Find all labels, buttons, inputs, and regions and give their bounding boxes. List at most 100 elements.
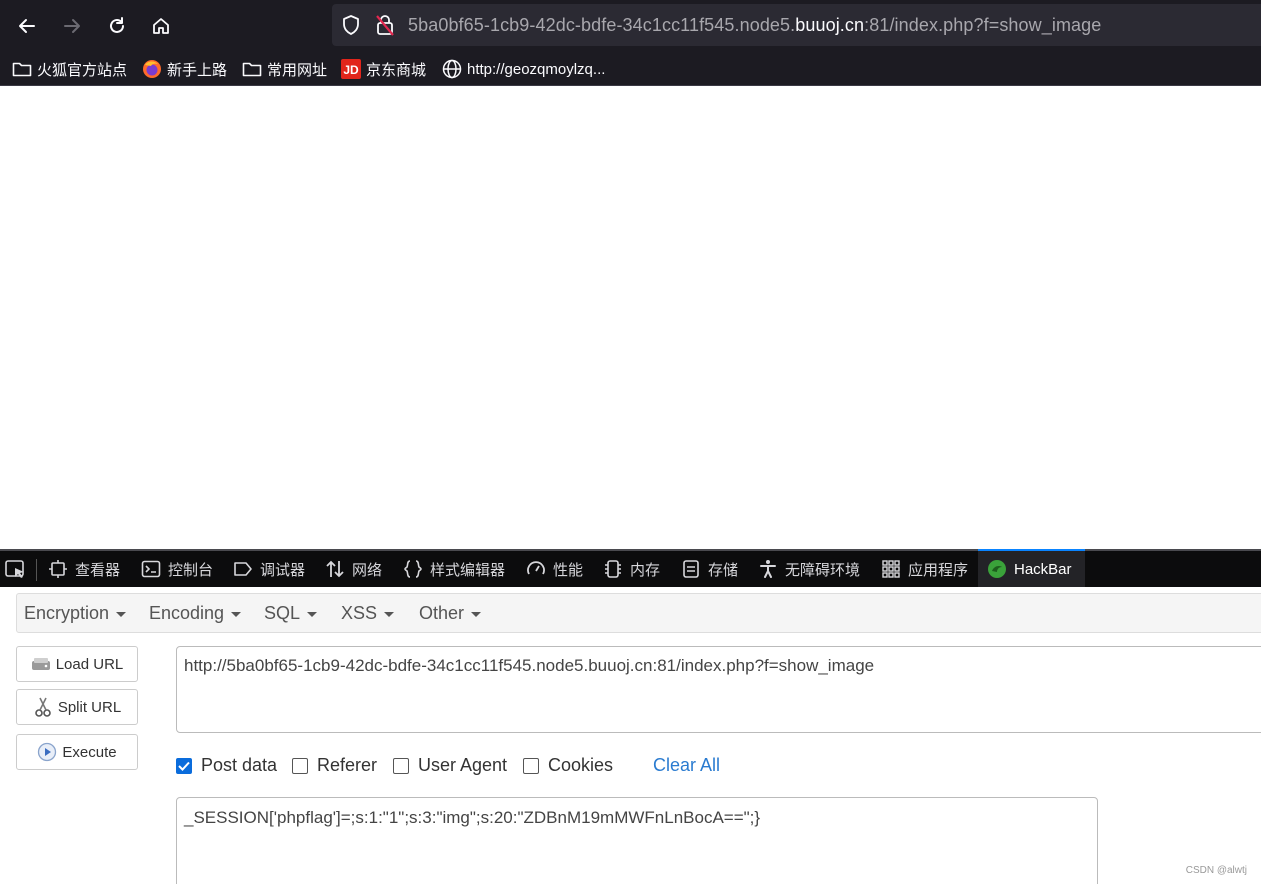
address-bar[interactable]: 5ba0bf65-1cb9-42dc-bdfe-34c1cc11f545.nod… [332,4,1261,46]
storage-icon [683,560,699,578]
checkbox-label: Post data [201,755,278,775]
bookmark-label: 常用网址 [267,61,328,79]
performance-icon [527,561,545,575]
tab-debugger[interactable]: 调试器 [233,551,305,587]
tab-console[interactable]: 控制台 [141,551,213,587]
checkbox-icon [523,757,539,774]
clear-all-link[interactable]: Clear All [653,755,720,776]
arrow-left-icon [19,19,35,33]
drive-icon [31,654,51,674]
checkbox-label: Referer [317,755,378,775]
menu-xss[interactable]: XSS [341,603,395,624]
watermark: CSDN @alwtj [1185,865,1247,876]
menu-label: Encryption [24,603,110,623]
bookmark-label: 京东商城 [366,61,427,79]
bookmark-common-sites[interactable]: 常用网址 [242,58,327,80]
menu-sql[interactable]: SQL [264,603,318,624]
caret-down-icon [231,612,242,617]
menu-encoding[interactable]: Encoding [149,603,242,624]
caret-down-icon [116,612,127,617]
split-url-button[interactable]: Split URL [16,689,138,725]
tab-label: 性能 [553,561,584,579]
hackbar-panel: Encryption Encoding SQL XSS Other Load U… [0,587,1261,884]
back-button[interactable] [9,8,45,44]
folder-icon [242,59,262,79]
play-icon [37,742,57,762]
referer-checkbox[interactable]: Referer [292,755,377,776]
caret-down-icon [384,612,395,617]
url-prefix: 5ba0bf65-1cb9-42dc-bdfe-34c1cc11f545.nod… [408,15,796,35]
jd-icon: JD [341,59,361,79]
reload-icon [110,17,124,33]
menu-label: Other [419,603,465,623]
load-url-button[interactable]: Load URL [16,646,138,682]
tab-label: HackBar [1014,560,1072,578]
bookmark-label: 火狐官方站点 [37,61,128,79]
post-data-checkbox[interactable]: Post data [176,755,277,776]
bookmark-jd[interactable]: JD 京东商城 [341,58,426,80]
url-textarea[interactable]: http://5ba0bf65-1cb9-42dc-bdfe-34c1cc11f… [176,646,1261,733]
caret-down-icon [471,612,482,617]
bookmark-label: http://geozqmoylzq... [467,60,606,78]
checkbox-icon [393,757,409,774]
tab-application[interactable]: 应用程序 [881,551,968,587]
hackbar-menubar: Encryption Encoding SQL XSS Other [16,593,1261,633]
reload-button[interactable] [99,8,135,44]
firefox-icon [142,59,162,79]
element-picker-icon[interactable] [4,559,28,581]
tab-accessibility[interactable]: 无障碍环境 [758,551,860,587]
accessibility-icon [760,560,776,578]
bookmark-getting-started[interactable]: 新手上路 [142,58,227,80]
application-icon [882,560,900,578]
style-editor-icon [404,560,422,578]
cookies-checkbox[interactable]: Cookies [523,755,613,776]
menu-label: SQL [264,603,301,623]
folder-icon [12,59,32,79]
debugger-icon [234,562,252,576]
hackbar-icon [988,560,1006,578]
checkbox-label: Cookies [548,755,614,775]
menu-other[interactable]: Other [419,603,482,624]
menu-encryption[interactable]: Encryption [24,603,127,624]
tab-performance[interactable]: 性能 [526,551,583,587]
url-text[interactable]: 5ba0bf65-1cb9-42dc-bdfe-34c1cc11f545.nod… [408,15,1101,36]
tab-memory[interactable]: 内存 [603,551,660,587]
home-button[interactable] [143,8,179,44]
tab-label: 存储 [708,561,739,579]
checkbox-checked-icon [176,757,192,774]
insecure-lock-icon[interactable] [374,13,396,37]
tab-label: 查看器 [75,561,121,579]
tab-label: 无障碍环境 [785,561,861,579]
url-suffix: :81/index.php?f=show_image [864,15,1102,35]
devtools-tabbar: 查看器 控制台 调试器 网络 样式编辑器 性能 内存 存储 无障碍环境 应用程序… [0,549,1261,587]
memory-icon [605,560,621,578]
bookmark-label: 新手上路 [167,61,228,79]
execute-button[interactable]: Execute [16,734,138,770]
tab-label: 内存 [630,561,661,579]
tab-network[interactable]: 网络 [325,551,382,587]
bookmark-geoz[interactable]: http://geozqmoylzq... [442,58,605,80]
console-icon [141,560,161,578]
menu-label: XSS [341,603,378,623]
browser-toolbar: 5ba0bf65-1cb9-42dc-bdfe-34c1cc11f545.nod… [0,0,1261,52]
button-label: Execute [62,743,117,761]
bookmark-firefox-official[interactable]: 火狐官方站点 [12,58,127,80]
scissors-icon [33,697,53,717]
tab-hackbar[interactable]: HackBar [978,549,1085,587]
toolbar-divider [36,559,37,581]
button-label: Split URL [57,698,122,716]
shield-icon[interactable] [340,14,362,36]
post-data-textarea[interactable]: _SESSION['phpflag']=;s:1:"1";s:3:"img";s… [176,797,1098,884]
tab-inspector[interactable]: 查看器 [48,551,120,587]
globe-icon [442,59,462,79]
home-icon [153,18,169,34]
tab-style-editor[interactable]: 样式编辑器 [403,551,505,587]
forward-button[interactable] [54,8,90,44]
tab-storage[interactable]: 存储 [681,551,738,587]
url-host: buuoj.cn [795,15,865,35]
tab-label: 应用程序 [908,561,969,579]
tab-label: 样式编辑器 [430,561,506,579]
inspector-icon [49,560,67,578]
user-agent-checkbox[interactable]: User Agent [393,755,507,776]
svg-text:JD: JD [343,63,359,77]
